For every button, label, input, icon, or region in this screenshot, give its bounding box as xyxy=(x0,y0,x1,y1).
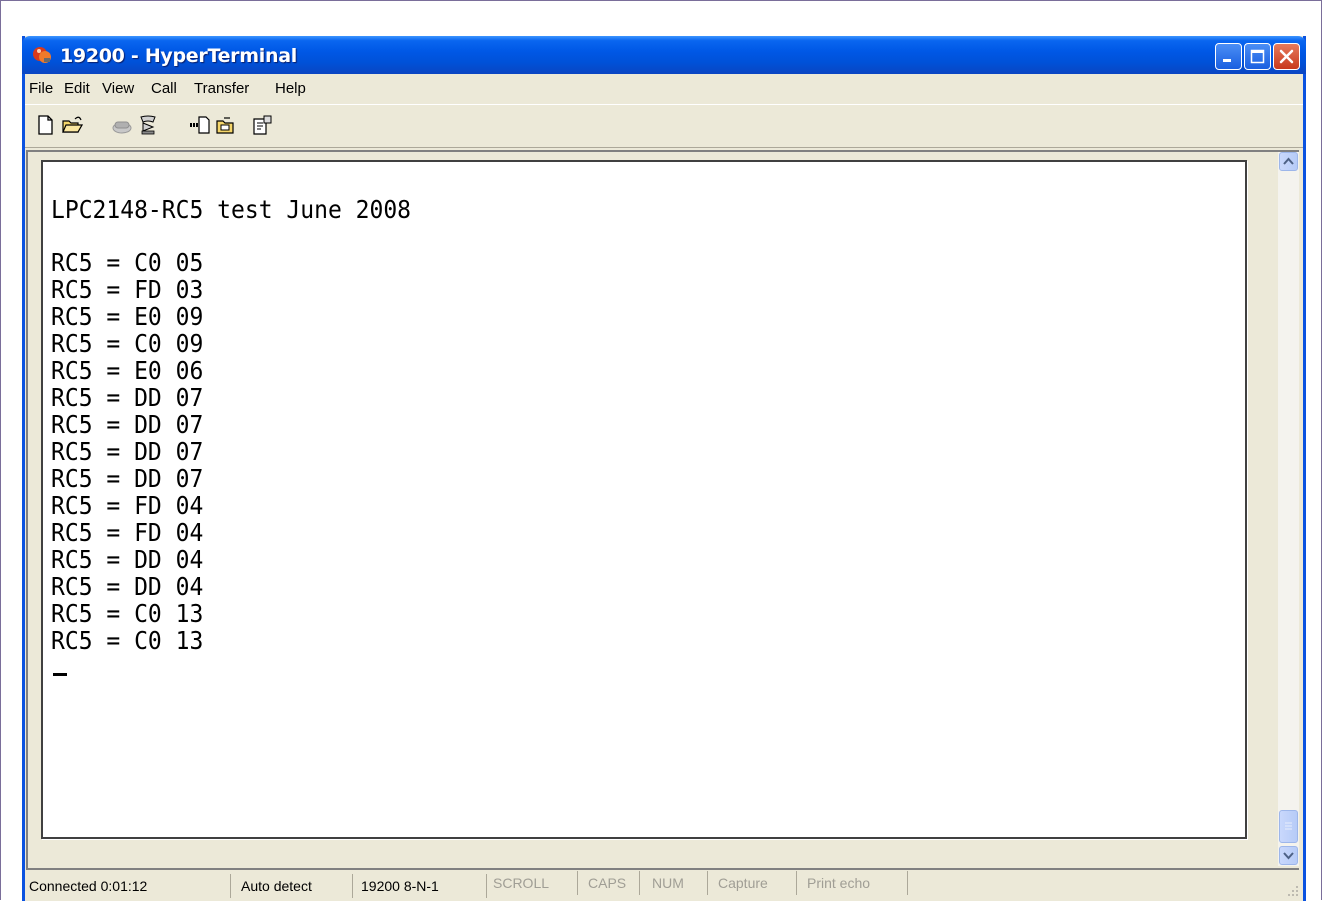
menu-view[interactable]: View xyxy=(102,80,134,97)
terminal-line: RC5 = DD 07 xyxy=(51,437,204,466)
terminal-output: LPC2148-RC5 test June 2008 RC5 = C0 05 R… xyxy=(51,196,442,654)
call-icon[interactable] xyxy=(111,114,133,136)
disconnect-icon[interactable] xyxy=(137,114,159,136)
send-icon[interactable] xyxy=(189,114,211,136)
toolbar xyxy=(25,104,1303,148)
terminal-line: RC5 = DD 07 xyxy=(51,464,204,493)
properties-icon[interactable] xyxy=(251,114,273,136)
terminal-line: RC5 = FD 04 xyxy=(51,491,204,520)
vertical-scrollbar[interactable] xyxy=(1278,152,1299,866)
status-port-settings: 19200 8-N-1 xyxy=(353,874,487,898)
terminal-header-line: LPC2148-RC5 test June 2008 xyxy=(51,195,412,224)
text-cursor xyxy=(53,673,67,676)
terminal-line: RC5 = FD 04 xyxy=(51,518,204,547)
terminal-line: RC5 = FD 03 xyxy=(51,275,204,304)
receive-icon[interactable] xyxy=(215,114,237,136)
chevron-down-icon xyxy=(1283,852,1294,860)
scroll-down-button[interactable] xyxy=(1279,846,1298,865)
minimize-button[interactable] xyxy=(1215,43,1242,70)
status-scroll: SCROLL xyxy=(487,871,578,895)
terminal-line: RC5 = C0 13 xyxy=(51,626,204,655)
chevron-up-icon xyxy=(1283,157,1294,165)
maximize-button[interactable] xyxy=(1244,43,1271,70)
scroll-up-button[interactable] xyxy=(1279,152,1298,171)
status-print-echo: Print echo xyxy=(797,871,908,895)
terminal-line: RC5 = C0 13 xyxy=(51,599,204,628)
terminal-screen[interactable]: LPC2148-RC5 test June 2008 RC5 = C0 05 R… xyxy=(41,160,1247,839)
close-button[interactable] xyxy=(1273,43,1300,70)
terminal-line: RC5 = C0 09 xyxy=(51,329,204,358)
new-icon[interactable] xyxy=(35,114,57,136)
maximize-icon xyxy=(1250,49,1265,64)
open-icon[interactable] xyxy=(61,114,83,136)
terminal-line: RC5 = C0 05 xyxy=(51,248,204,277)
terminal-line: RC5 = E0 09 xyxy=(51,302,204,331)
menu-transfer[interactable]: Transfer xyxy=(194,80,249,97)
terminal-line: RC5 = DD 04 xyxy=(51,572,204,601)
status-emulation: Auto detect xyxy=(231,874,353,898)
status-bar: Connected 0:01:12 Auto detect 19200 8-N-… xyxy=(25,871,1303,901)
window-title: 19200 - HyperTerminal xyxy=(60,45,297,67)
status-connection: Connected 0:01:12 xyxy=(25,874,231,898)
grip-lines-icon xyxy=(1285,822,1292,830)
hyperterminal-window: 19200 - HyperTerminal File Edit View Cal… xyxy=(22,36,1306,901)
menu-bar: File Edit View Call Transfer Help xyxy=(25,74,1303,102)
minimize-icon xyxy=(1223,59,1231,62)
close-icon xyxy=(1279,49,1294,64)
terminal-line: RC5 = DD 07 xyxy=(51,410,204,439)
status-capture: Capture xyxy=(708,871,797,895)
status-caps: CAPS xyxy=(578,871,640,895)
terminal-line: RC5 = DD 07 xyxy=(51,383,204,412)
terminal-line: RC5 = E0 06 xyxy=(51,356,204,385)
menu-help[interactable]: Help xyxy=(275,80,306,97)
menu-edit[interactable]: Edit xyxy=(64,80,90,97)
status-num: NUM xyxy=(640,871,708,895)
resize-grip-icon[interactable] xyxy=(1287,885,1299,897)
client-area: LPC2148-RC5 test June 2008 RC5 = C0 05 R… xyxy=(26,150,1299,868)
terminal-line: RC5 = DD 04 xyxy=(51,545,204,574)
title-bar[interactable]: 19200 - HyperTerminal xyxy=(22,36,1306,74)
scroll-thumb[interactable] xyxy=(1279,810,1298,843)
hyperterminal-app-icon[interactable] xyxy=(32,45,52,65)
menu-file[interactable]: File xyxy=(29,80,53,97)
menu-call[interactable]: Call xyxy=(151,80,177,97)
status-separator xyxy=(26,868,1299,870)
